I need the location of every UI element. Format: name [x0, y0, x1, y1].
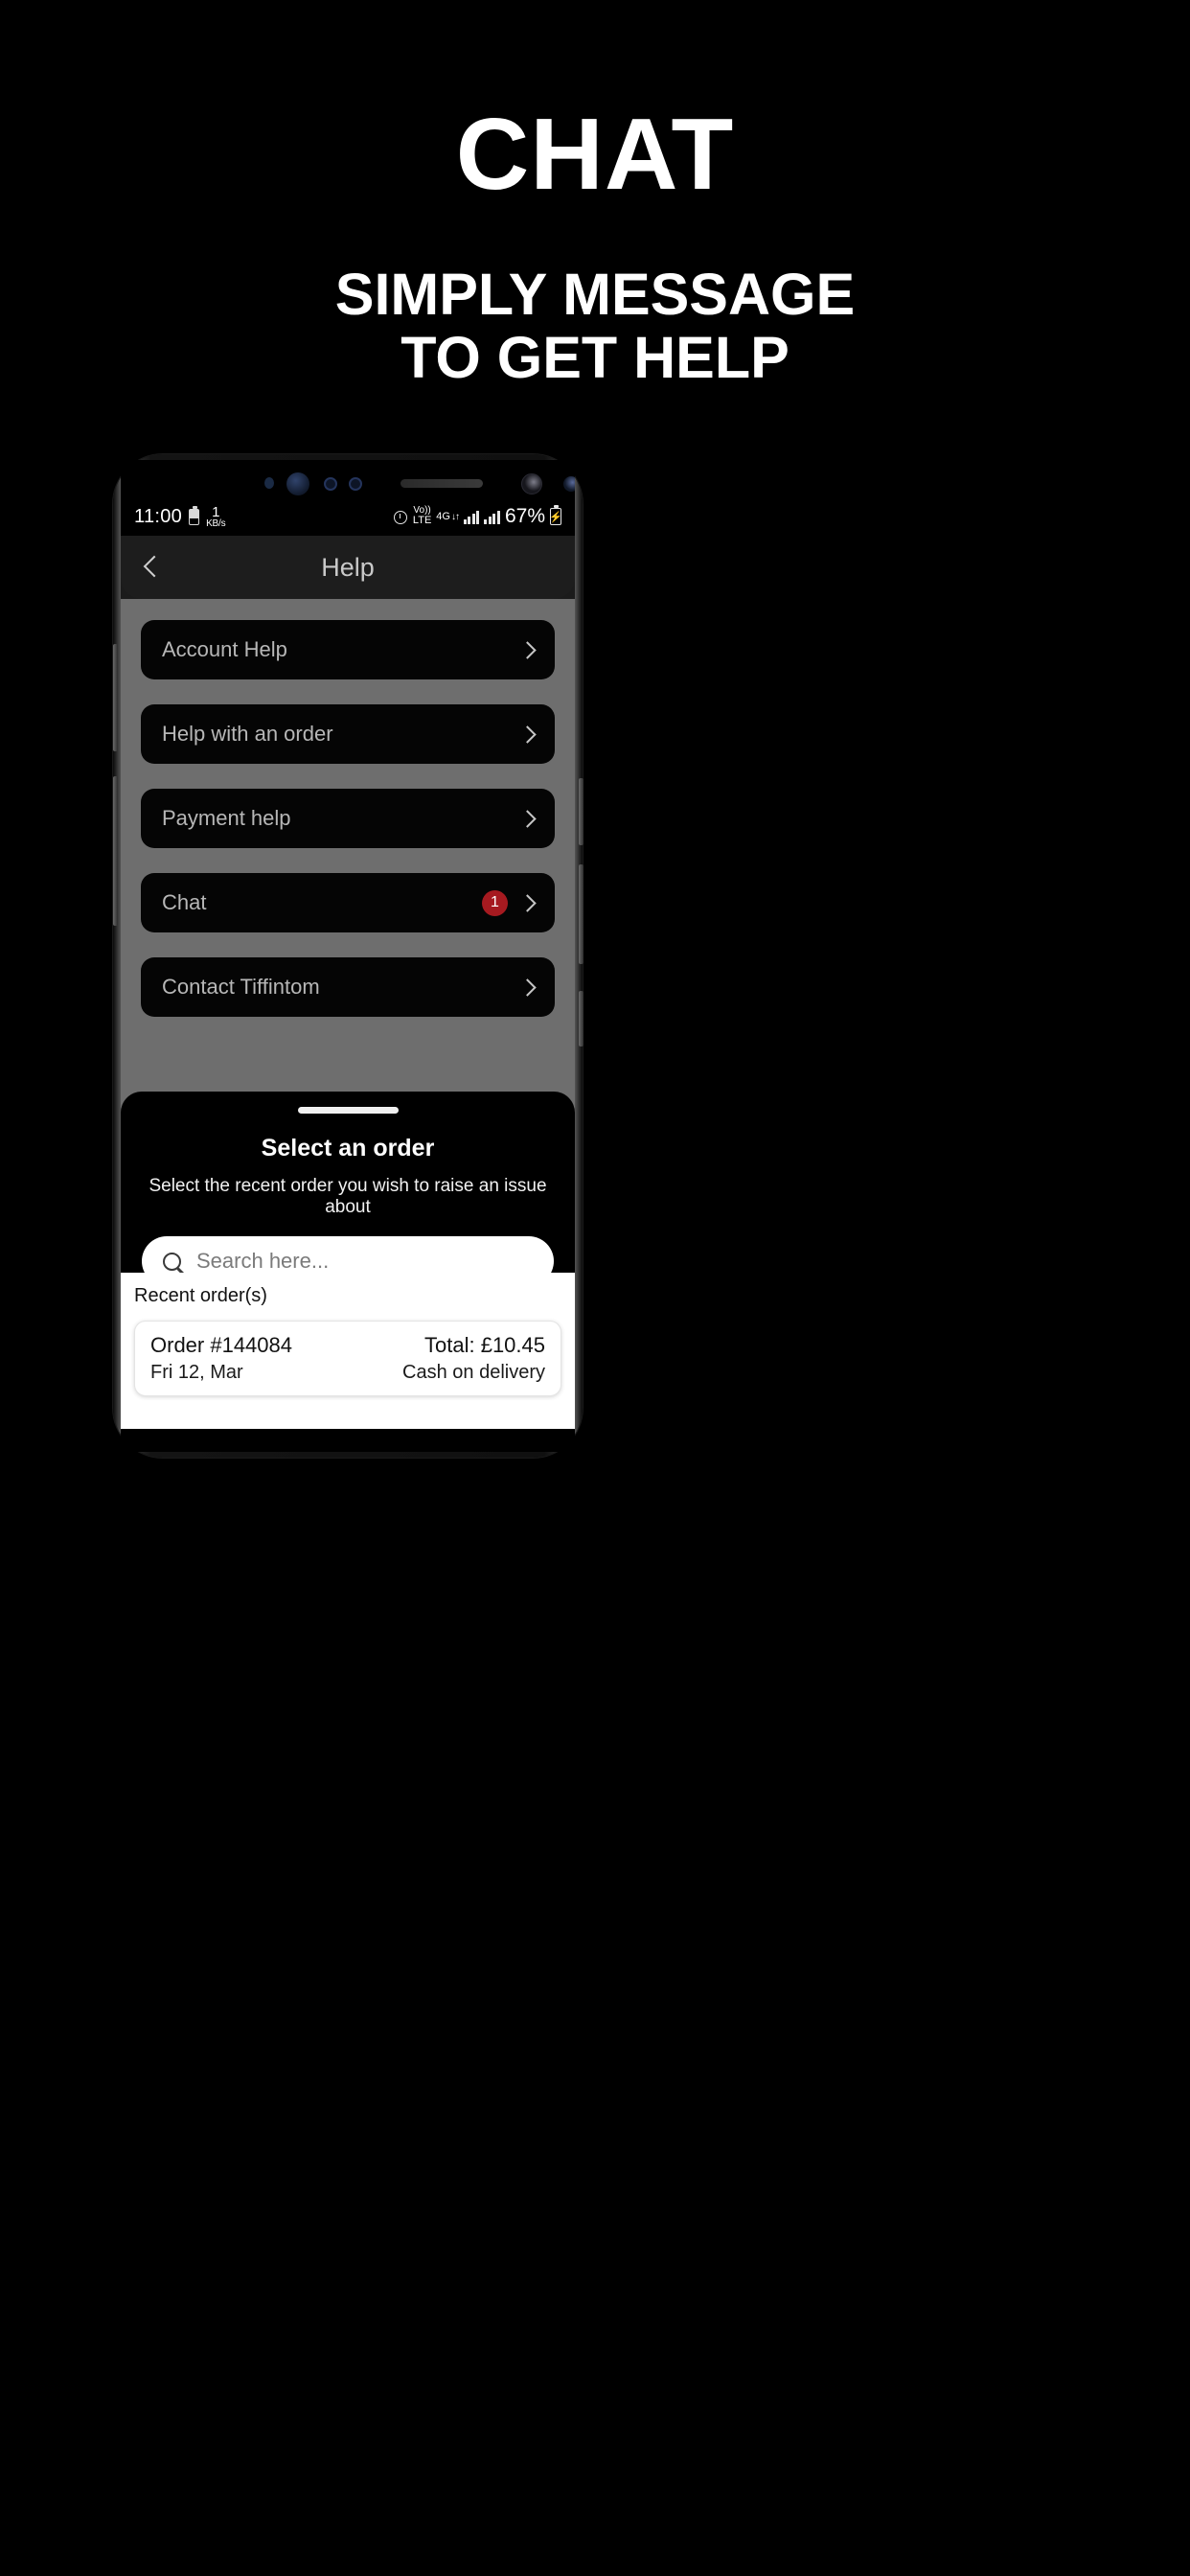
help-list-item-label: Help with an order: [162, 722, 333, 746]
phone-bottom-chin: [121, 1429, 575, 1452]
search-input[interactable]: Search here...: [196, 1249, 329, 1274]
earpiece-speaker-icon: [400, 479, 483, 488]
status-time: 11:00: [134, 505, 183, 527]
help-list-item-help-with-an-order[interactable]: Help with an order: [141, 704, 555, 764]
help-list-item-trailing: [518, 724, 537, 744]
front-camera-icon: [286, 472, 309, 495]
help-list-item-account-help[interactable]: Account Help: [141, 620, 555, 679]
phone-top-bezel: [121, 460, 575, 498]
order-card-right: Total: £10.45 Cash on delivery: [402, 1333, 545, 1384]
iris-scanner-icon: [521, 473, 542, 494]
chevron-right-icon: [518, 724, 537, 744]
promo-subtitle-line-1: SIMPLY MESSAGE: [334, 262, 856, 327]
help-list-item-trailing: 1: [482, 889, 537, 916]
help-list-item-label: Contact Tiffintom: [162, 975, 320, 999]
help-list-item-contact-tiffintom[interactable]: Contact Tiffintom: [141, 957, 555, 1017]
bottom-sheet-title: Select an order: [261, 1135, 435, 1162]
alarm-clock-icon: [393, 509, 408, 524]
phone-button-right-lower[interactable]: [579, 991, 584, 1046]
promo-subtitle: SIMPLY MESSAGE TO GET HELP: [0, 262, 1190, 390]
data-rate-unit: KB/s: [206, 518, 226, 529]
status-bar: 11:00 1 KB/s Vo)) LTE 4G ↓↑ 67% ⚡: [121, 497, 575, 536]
select-order-bottom-sheet: Select an order Select the recent order …: [121, 1092, 575, 1429]
signal-bars-icon-2: [484, 510, 500, 524]
recent-orders-label: Recent order(s): [134, 1285, 267, 1306]
order-total: Total: £10.45: [424, 1333, 545, 1357]
secondary-camera-icon: [563, 476, 575, 492]
app-header: Help: [121, 536, 575, 599]
phone-button-left-upper[interactable]: [113, 644, 118, 751]
drag-handle[interactable]: [297, 1107, 399, 1114]
phone-button-right-middle[interactable]: [579, 864, 584, 964]
phone-screen: 11:00 1 KB/s Vo)) LTE 4G ↓↑ 67% ⚡ Help A…: [121, 497, 575, 1429]
help-list-item-chat[interactable]: Chat 1: [141, 873, 555, 932]
sensor-icon: [264, 477, 274, 489]
help-list-item-trailing: [518, 978, 537, 997]
volte-bottom: LTE: [412, 515, 432, 527]
battery-percent: 67%: [504, 505, 545, 527]
order-date: Fri 12, Mar: [150, 1362, 243, 1383]
help-list-item-payment-help[interactable]: Payment help: [141, 789, 555, 848]
chevron-right-icon: [518, 809, 537, 828]
battery-charging-icon: ⚡: [549, 505, 562, 525]
order-card-left: Order #144084 Fri 12, Mar: [150, 1333, 292, 1384]
data-rate-indicator: 1 KB/s: [206, 503, 226, 529]
help-list-item-label: Chat: [162, 890, 207, 914]
chevron-right-icon: [518, 640, 537, 659]
unread-badge: 1: [482, 889, 508, 916]
recent-orders-section: Recent order(s) Order #144084 Fri 12, Ma…: [121, 1273, 575, 1429]
order-payment-method: Cash on delivery: [402, 1362, 545, 1383]
battery-icon: [189, 506, 200, 525]
network-indicator: 4G ↓↑: [436, 510, 460, 522]
back-chevron-icon[interactable]: [142, 554, 161, 581]
network-type: 4G: [436, 510, 450, 522]
signal-bars-icon-1: [463, 510, 480, 524]
light-sensor-icon: [349, 477, 362, 491]
chevron-right-icon: [518, 893, 537, 912]
chevron-right-icon: [518, 978, 537, 997]
data-arrows-icon: ↓↑: [450, 511, 460, 522]
order-card[interactable]: Order #144084 Fri 12, Mar Total: £10.45 …: [134, 1321, 561, 1396]
help-list-item-label: Payment help: [162, 806, 291, 830]
page-title: Help: [321, 552, 375, 582]
help-list-item-trailing: [518, 809, 537, 828]
bottom-sheet-subtitle: Select the recent order you wish to rais…: [149, 1176, 547, 1217]
search-icon: [163, 1252, 181, 1271]
status-bar-left: 11:00 1 KB/s: [134, 503, 226, 529]
promo-subtitle-line-2: TO GET HELP: [400, 324, 790, 390]
order-id: Order #144084: [150, 1333, 292, 1357]
help-list-item-trailing: [518, 640, 537, 659]
data-rate-value: 1: [212, 503, 220, 520]
promo-title: CHAT: [455, 98, 735, 211]
proximity-sensor-icon: [324, 477, 337, 491]
phone-button-left-lower[interactable]: [113, 776, 118, 926]
volte-indicator: Vo)) LTE: [412, 505, 432, 527]
help-list-item-label: Account Help: [162, 637, 287, 661]
promo-screenshot: CHAT SIMPLY MESSAGE TO GET HELP 11:00 1 …: [0, 0, 1190, 2576]
phone-button-right-upper[interactable]: [579, 778, 584, 845]
status-bar-right: Vo)) LTE 4G ↓↑ 67% ⚡: [393, 505, 562, 528]
